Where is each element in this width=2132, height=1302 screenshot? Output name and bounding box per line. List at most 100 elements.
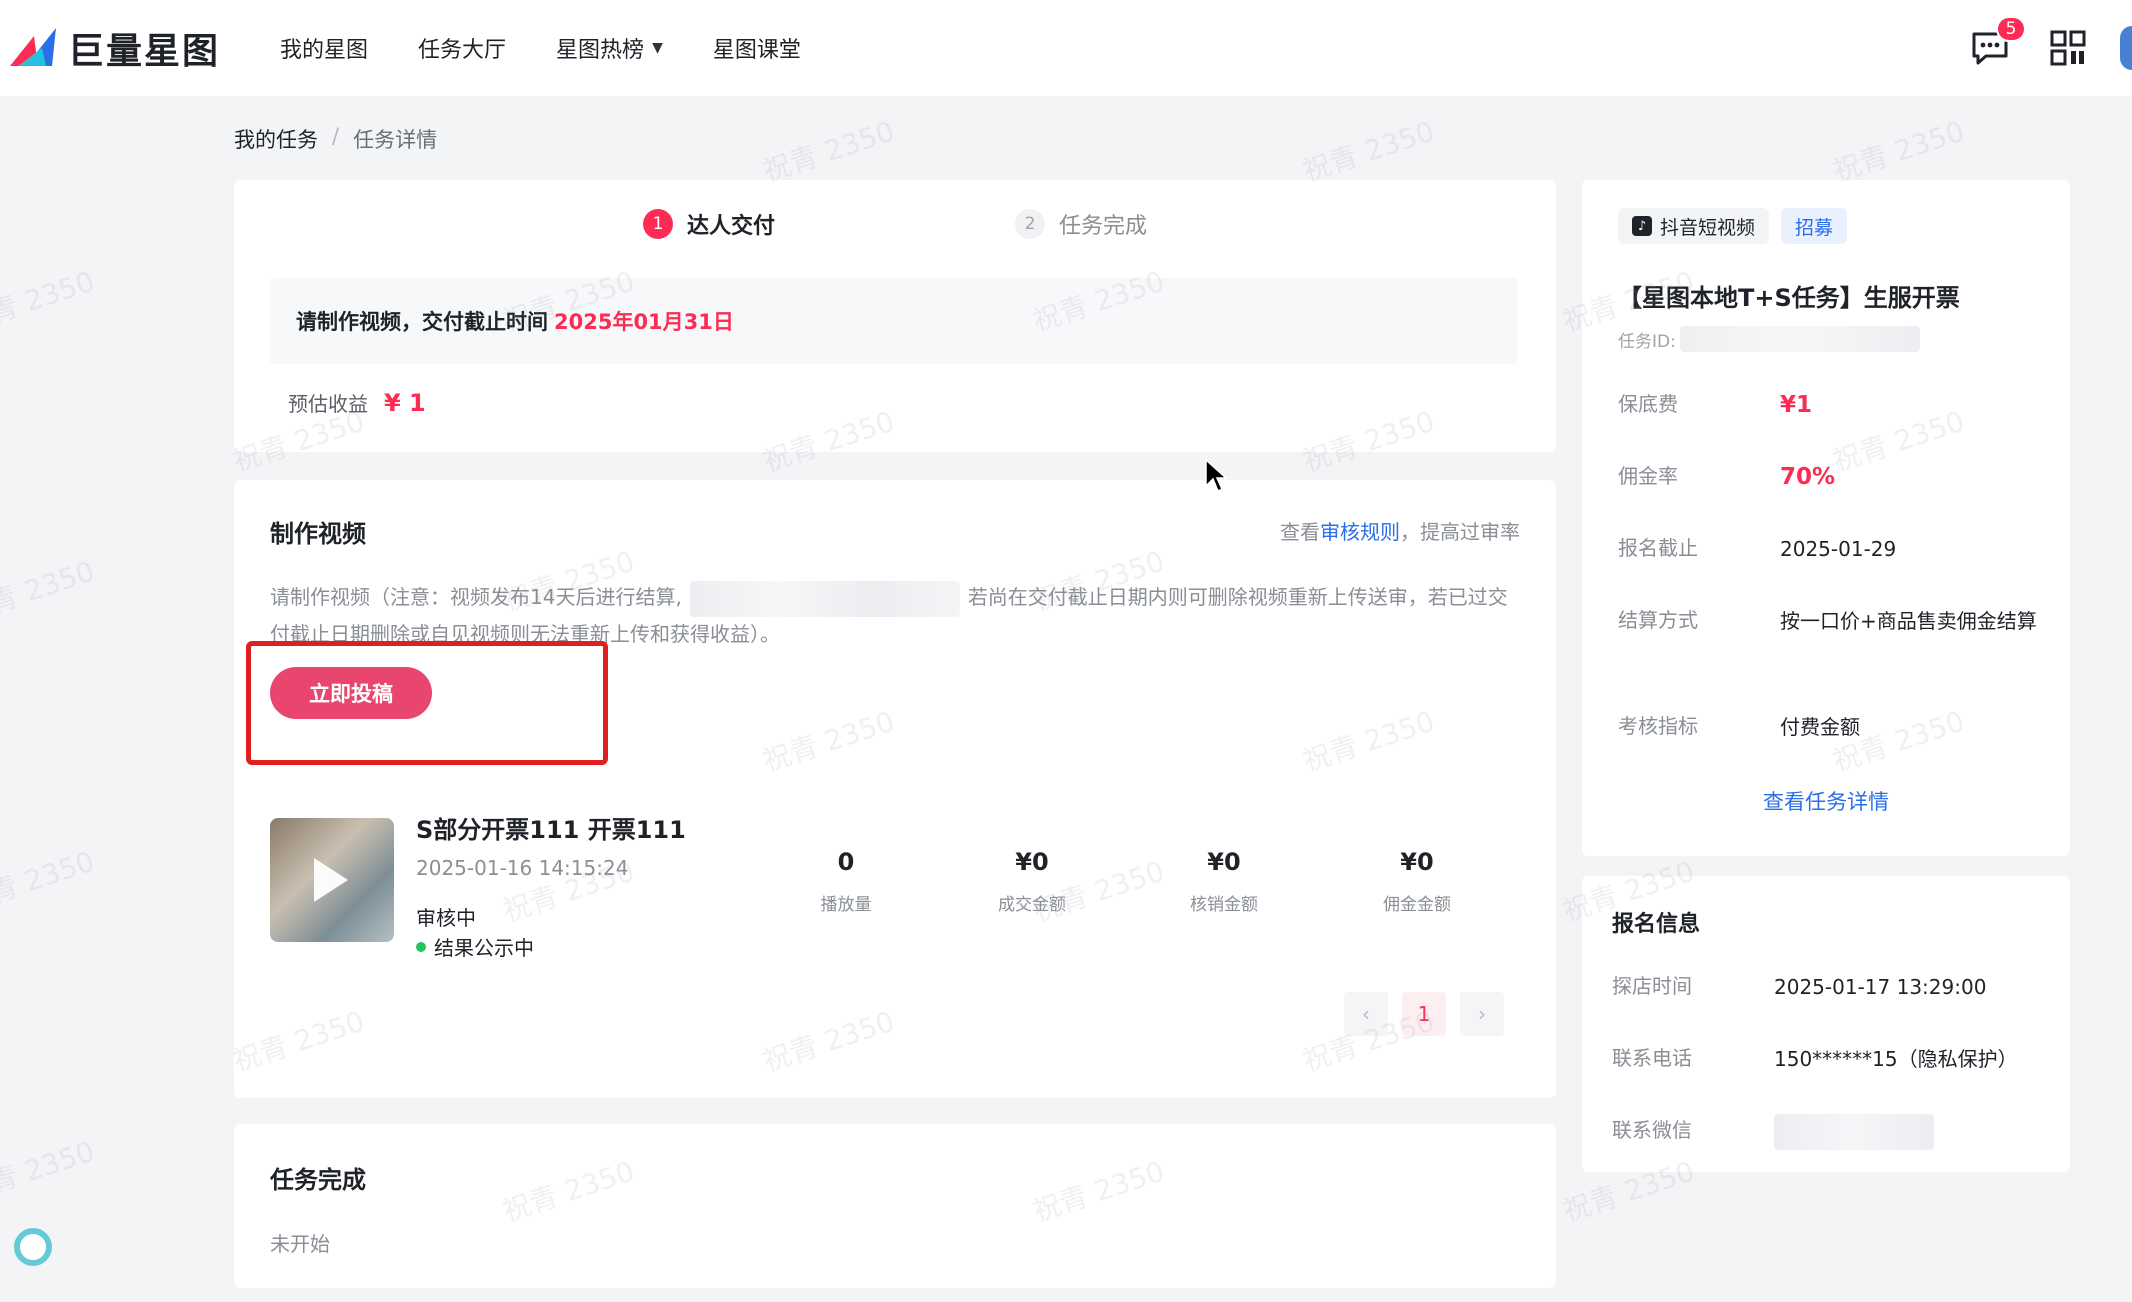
rule-prefix: 查看 — [1280, 520, 1320, 544]
earning-value: ¥ 1 — [384, 388, 426, 417]
platform-tags: ♪ 抖音短视频 招募 — [1618, 208, 1848, 244]
platform-tag: ♪ 抖音短视频 — [1618, 208, 1770, 244]
info-label: 佣金率 — [1618, 464, 1678, 488]
review-rule-hint: 查看审核规则，提高过审率 — [1280, 516, 1520, 545]
avatar[interactable] — [2120, 26, 2132, 70]
watermark: 祝青 2350 — [1298, 114, 1439, 189]
public-status-label: 结果公示中 — [434, 936, 534, 960]
info-value: 2025-01-17 13:29:00 — [1774, 975, 1987, 999]
caret-down-icon: ▼ — [652, 40, 663, 56]
prev-page-button[interactable]: ‹ — [1344, 992, 1388, 1036]
info-value: 2025-01-29 — [1780, 537, 1897, 561]
main-nav: 我的星图 任务大厅 星图热榜 ▼ 星图课堂 — [280, 32, 851, 64]
floating-assistant-icon[interactable] — [14, 1228, 52, 1266]
qr-grid-icon[interactable] — [2050, 30, 2086, 66]
nav-label: 星图课堂 — [712, 38, 801, 63]
watermark: 祝青 2350 — [758, 114, 899, 189]
step-complete: 2 任务完成 — [1015, 208, 1147, 240]
note-text: 请制作视频（注意：视频发布14天后进行结算, — [270, 585, 682, 609]
deadline-text: 请制作视频，交付截止时间 — [296, 310, 548, 334]
breadcrumb-my-tasks[interactable]: 我的任务 — [234, 124, 318, 154]
nav-classroom[interactable]: 星图课堂 — [713, 32, 801, 64]
watermark: 祝青 2350 — [0, 264, 99, 339]
page-1-button[interactable]: 1 — [1402, 992, 1446, 1036]
delivery-card: 1 达人交付 2 任务完成 请制作视频，交付截止时间 2025年01月31日 预… — [234, 180, 1556, 452]
info-label: 保底费 — [1618, 392, 1678, 416]
task-complete-card: 任务完成 未开始 — [234, 1124, 1556, 1288]
brand-name: 巨量星图 — [68, 31, 221, 72]
breadcrumb-task-detail: 任务详情 — [353, 128, 438, 152]
info-row-settlement: 结算方式 按一口价+商品售卖佣金结算 — [1618, 604, 2050, 638]
brand-logo[interactable]: 巨量星图 — [8, 22, 220, 74]
task-complete-status: 未开始 — [270, 1232, 330, 1256]
info-value: ¥1 — [1780, 392, 1813, 418]
douyin-icon: ♪ — [1632, 216, 1652, 236]
stat-label: 佣金金额 — [1383, 895, 1451, 915]
blurred-text — [689, 580, 960, 617]
stat-gmv: ¥0 成交金额 — [962, 848, 1102, 915]
task-title: 【星图本地T+S任务】生服开票 — [1618, 284, 1960, 312]
info-row-phone: 联系电话 150******15（隐私保护） — [1612, 1042, 2044, 1076]
message-count-badge: 5 — [1996, 16, 2026, 42]
watermark: 祝青 2350 — [0, 554, 99, 629]
info-label: 联系微信 — [1612, 1118, 1692, 1142]
nav-my-star[interactable]: 我的星图 — [280, 32, 368, 64]
info-row-visit-time: 探店时间 2025-01-17 13:29:00 — [1612, 970, 2044, 1004]
stat-verified: ¥0 核销金额 — [1154, 848, 1294, 915]
info-label: 联系电话 — [1612, 1046, 1692, 1070]
section-title: 报名信息 — [1612, 912, 1701, 937]
nav-label: 任务大厅 — [418, 38, 507, 63]
task-id-label: 任务ID: — [1618, 331, 1676, 352]
step-number: 1 — [642, 209, 673, 239]
stat-value: ¥0 — [1400, 848, 1434, 876]
nav-task-hall[interactable]: 任务大厅 — [418, 32, 506, 64]
next-page-button[interactable]: › — [1460, 992, 1504, 1036]
breadcrumb: 我的任务 / 任务详情 — [234, 124, 437, 154]
step-number: 2 — [1015, 209, 1045, 239]
blurred-wechat — [1774, 1114, 1934, 1150]
platform-label: 抖音短视频 — [1660, 216, 1756, 239]
blurred-task-id — [1679, 326, 1920, 352]
highlight-annotation — [246, 641, 608, 765]
nav-label: 我的星图 — [280, 38, 369, 63]
video-title: S部分开票111 开票111 — [416, 816, 686, 844]
watermark: 祝青 2350 — [0, 844, 99, 919]
step-label: 任务完成 — [1059, 214, 1148, 239]
stat-label: 核销金额 — [1190, 895, 1258, 915]
info-value: 按一口价+商品售卖佣金结算 — [1780, 609, 2037, 633]
stat-value: 0 — [837, 848, 855, 876]
rule-suffix: ，提高过审率 — [1400, 520, 1520, 544]
deadline-date: 2025年01月31日 — [554, 310, 734, 334]
info-label: 报名截止 — [1618, 536, 1698, 560]
deadline-notice: 请制作视频，交付截止时间 2025年01月31日 — [270, 278, 1518, 364]
message-button[interactable]: 5 — [1970, 16, 2026, 68]
top-right-actions: 5 — [1970, 0, 2132, 96]
status-dot-icon — [416, 941, 426, 952]
info-label: 考核指标 — [1618, 714, 1698, 738]
watermark: 祝青 2350 — [1828, 114, 1969, 189]
info-value: 150******15（隐私保护） — [1774, 1047, 2018, 1071]
make-video-card: 制作视频 查看审核规则，提高过审率 请制作视频（注意：视频发布14天后进行结算,… — [234, 480, 1556, 1098]
info-row-signup-deadline: 报名截止 2025-01-29 — [1618, 532, 2050, 566]
stat-value: ¥0 — [1207, 848, 1241, 876]
pagination: ‹ 1 › — [1330, 992, 1504, 1036]
review-rules-link[interactable]: 审核规则 — [1320, 520, 1400, 544]
nav-label: 星图热榜 — [556, 38, 645, 63]
earning-label: 预估收益 — [288, 392, 368, 416]
stat-value: ¥0 — [1015, 848, 1049, 876]
video-thumbnail[interactable] — [270, 818, 394, 942]
view-task-detail-link[interactable]: 查看任务详情 — [1582, 786, 2070, 816]
info-label: 探店时间 — [1612, 974, 1692, 998]
info-value: 70% — [1780, 464, 1836, 490]
recruit-tag: 招募 — [1781, 208, 1848, 244]
info-row-kpi: 考核指标 付费金额 — [1618, 710, 2050, 744]
nav-hot-list[interactable]: 星图热榜 ▼ — [556, 32, 663, 64]
step-delivery: 1 达人交付 — [642, 208, 775, 240]
task-info-card: ♪ 抖音短视频 招募 【星图本地T+S任务】生服开票 任务ID: 保底费 ¥1 … — [1582, 180, 2070, 856]
play-icon — [314, 858, 348, 902]
task-id: 任务ID: — [1618, 326, 1920, 352]
video-item[interactable]: S部分开票111 开票111 2025-01-16 14:15:24 审核中 结… — [270, 810, 1520, 960]
video-datetime: 2025-01-16 14:15:24 — [416, 856, 629, 880]
stat-label: 成交金额 — [998, 895, 1066, 915]
top-navbar: 巨量星图 我的星图 任务大厅 星图热榜 ▼ 星图课堂 5 — [0, 0, 2132, 96]
